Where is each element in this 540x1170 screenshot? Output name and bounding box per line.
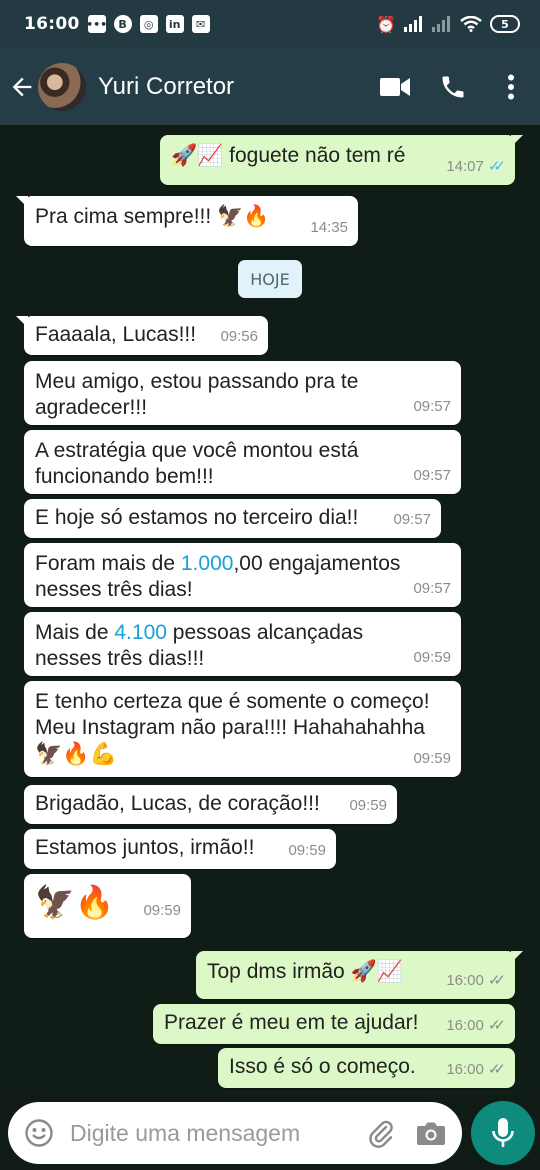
message-time: 16:00: [446, 972, 484, 989]
message-bubble-incoming[interactable]: Brigadão, Lucas, de coração!!! 09:59: [24, 785, 397, 824]
phone-icon: [442, 76, 464, 97]
message-time: 14:35: [310, 219, 348, 236]
more-vert-icon: [508, 74, 514, 99]
camera-button[interactable]: [414, 1116, 448, 1150]
emoji-icon: [25, 1119, 53, 1147]
chat-header: Yuri Corretor: [0, 48, 540, 125]
message-input[interactable]: Digite uma mensagem: [70, 1120, 364, 1147]
message-text: A estratégia que você montou está funcio…: [35, 439, 359, 488]
read-receipt-icon: ✓✓: [487, 158, 506, 175]
date-divider: HOJE: [238, 260, 302, 298]
message-text: 🦅🔥: [35, 884, 115, 920]
delivered-receipt-icon: ✓✓: [487, 1017, 506, 1034]
message-time: 09:57: [393, 511, 431, 528]
message-text: Prazer é meu em te ajudar!: [164, 1011, 419, 1034]
mail-icon: ✉: [191, 15, 210, 33]
message-time: 09:59: [288, 842, 326, 859]
message-time: 16:00: [446, 1017, 484, 1034]
message-bubble-outgoing[interactable]: Prazer é meu em te ajudar! 16:00 ✓✓: [153, 1004, 515, 1044]
avatar[interactable]: [38, 62, 86, 111]
message-time: 09:56: [220, 328, 258, 345]
attach-icon: [369, 1120, 393, 1148]
message-text: Isso é só o começo.: [229, 1055, 416, 1078]
message-text: Meu amigo, estou passando pra te agradec…: [35, 370, 359, 419]
message-text: 🚀📈 foguete não tem ré: [171, 144, 406, 167]
status-bar: 16:00 ••• B ◎ in ✉ ⏰ 5: [0, 0, 540, 48]
back-arrow-icon: [12, 77, 32, 96]
message-time: 09:59: [413, 649, 451, 666]
message-notification-icon: •••: [86, 15, 107, 33]
delivered-receipt-icon: ✓✓: [487, 1061, 506, 1078]
message-time: 09:57: [413, 467, 451, 484]
contact-name[interactable]: Yuri Corretor: [98, 73, 366, 101]
message-time: 16:00: [446, 1061, 484, 1078]
message-bubble-outgoing[interactable]: 🚀📈 foguete não tem ré 14:07 ✓✓: [160, 135, 523, 185]
message-text: E tenho certeza que é somente o começo! …: [35, 690, 430, 739]
number-link[interactable]: 1.000: [181, 552, 234, 575]
message-bubble-incoming[interactable]: Meu amigo, estou passando pra te agradec…: [24, 361, 461, 425]
wifi-icon: [460, 16, 482, 32]
app-notification-icon: B: [113, 15, 132, 33]
message-emoji-line: 🦅🔥💪: [35, 741, 118, 766]
message-bubble-incoming[interactable]: Pra cima sempre!!! 🦅🔥 14:35: [16, 196, 358, 246]
message-bubble-incoming[interactable]: E tenho certeza que é somente o começo! …: [24, 681, 461, 777]
message-bubble-incoming[interactable]: A estratégia que você montou está funcio…: [24, 430, 461, 494]
delivered-receipt-icon: ✓✓: [487, 972, 506, 989]
message-bubble-outgoing[interactable]: Isso é só o começo. 16:00 ✓✓: [218, 1048, 515, 1088]
message-time: 09:57: [413, 398, 451, 415]
message-text: Faaaala, Lucas!!!: [35, 323, 197, 346]
message-text-before: Mais de: [35, 621, 115, 644]
number-link[interactable]: 4.100: [114, 621, 167, 644]
message-time: 14:07: [446, 158, 484, 175]
more-options-button[interactable]: [482, 58, 540, 116]
message-bubble-incoming[interactable]: Mais de 4.100 pessoas alcançadas nesses …: [24, 612, 461, 676]
message-text: Brigadão, Lucas, de coração!!!: [35, 792, 320, 815]
battery-indicator: 5: [490, 15, 520, 33]
emoji-button[interactable]: [22, 1116, 56, 1150]
message-text: Estamos juntos, irmão!!: [35, 836, 255, 859]
message-bubble-incoming[interactable]: Foram mais de 1.000,00 engajamentos ness…: [24, 543, 461, 607]
message-bubble-incoming[interactable]: Estamos juntos, irmão!! 09:59: [24, 829, 336, 869]
instagram-icon: ◎: [139, 15, 158, 33]
message-time: 09:59: [143, 902, 181, 919]
message-bubble-outgoing[interactable]: Top dms irmão 🚀📈 16:00 ✓✓: [196, 951, 523, 999]
message-composer: Digite uma mensagem: [8, 1102, 462, 1164]
message-bubble-incoming[interactable]: 🦅🔥 09:59: [24, 874, 191, 938]
message-text-before: Foram mais de: [35, 552, 181, 575]
message-text: Top dms irmão 🚀📈: [207, 960, 403, 983]
signal-icon: [404, 16, 422, 32]
message-time: 09:57: [413, 580, 451, 597]
voice-call-button[interactable]: [424, 58, 482, 116]
signal-secondary-icon: [432, 16, 450, 32]
message-bubble-incoming[interactable]: E hoje só estamos no terceiro dia!! 09:5…: [24, 499, 441, 538]
message-list[interactable]: 🚀📈 foguete não tem ré 14:07 ✓✓ Pra cima s…: [0, 125, 540, 1095]
voice-message-button[interactable]: [471, 1101, 535, 1165]
message-time: 09:59: [413, 750, 451, 767]
message-text: E hoje só estamos no terceiro dia!!: [35, 506, 359, 529]
message-bubble-incoming[interactable]: Faaaala, Lucas!!! 09:56: [16, 316, 268, 355]
alarm-icon: ⏰: [376, 14, 396, 34]
message-text: Pra cima sempre!!! 🦅🔥: [35, 205, 270, 228]
status-time: 16:00: [24, 14, 80, 34]
message-time: 09:59: [349, 797, 387, 814]
attach-button[interactable]: [364, 1116, 398, 1150]
camera-icon: [417, 1122, 445, 1145]
linkedin-icon: in: [165, 15, 184, 33]
video-call-icon: [380, 77, 410, 96]
video-call-button[interactable]: [366, 58, 424, 116]
mic-icon: [492, 1118, 514, 1147]
